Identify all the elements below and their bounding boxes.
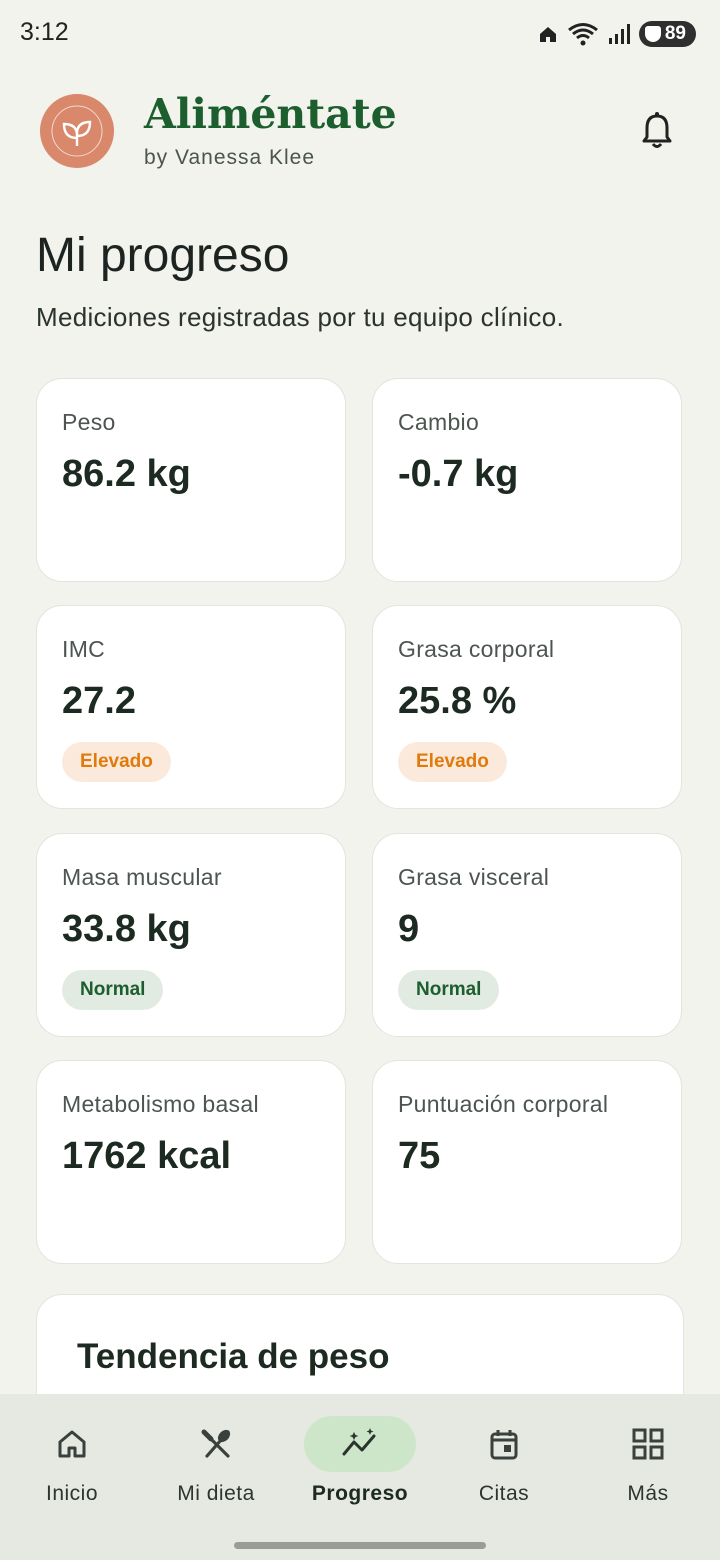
nav-label: Mi dieta: [177, 1482, 255, 1505]
nav-item-citas[interactable]: Citas: [432, 1416, 576, 1516]
signal-icon: [608, 24, 630, 44]
nav-item-inicio[interactable]: Inicio: [0, 1416, 144, 1516]
metric-label: Grasa visceral: [398, 864, 550, 890]
nav-pill-active: [304, 1416, 416, 1472]
app-title: Aliméntate: [144, 90, 397, 138]
metric-value: -0.7 kg: [398, 453, 519, 495]
metric-card-masa-muscular[interactable]: Masa muscular 33.8 kg Normal: [36, 833, 346, 1037]
status-badge: Normal: [62, 970, 164, 1010]
metric-value: 86.2 kg: [62, 453, 191, 495]
status-bar: 3:12 89: [0, 0, 720, 66]
home-status-icon: [539, 27, 556, 42]
nav-item-progreso[interactable]: Progreso: [288, 1416, 432, 1516]
metric-label: IMC: [62, 636, 106, 662]
nav-pill: [592, 1416, 704, 1472]
metric-value: 1762 kcal: [62, 1135, 232, 1177]
nav-pill: [160, 1416, 272, 1472]
status-time: 3:12: [20, 18, 69, 46]
metric-value: 25.8 %: [398, 680, 517, 722]
nav-pill: [448, 1416, 560, 1472]
notifications-bell-icon[interactable]: [636, 110, 678, 152]
battery-level: 89: [664, 23, 686, 44]
nav-label: Más: [627, 1482, 669, 1505]
trend-icon: [342, 1428, 376, 1456]
metric-label: Peso: [62, 409, 116, 435]
status-badge: Normal: [398, 970, 500, 1010]
calendar-icon: [490, 1430, 518, 1460]
status-badge: Elevado: [62, 742, 171, 782]
metric-card-peso[interactable]: Peso 86.2 kg: [36, 378, 346, 582]
page-title: Mi progreso: [36, 229, 290, 282]
page-subtitle: Mediciones registradas por tu equipo clí…: [36, 302, 565, 332]
metric-card-metabolismo-basal[interactable]: Metabolismo basal 1762 kcal: [36, 1060, 346, 1264]
shield-icon: [644, 26, 661, 42]
nav-pill: [16, 1416, 128, 1472]
utensils-icon: [201, 1429, 231, 1458]
metric-label: Cambio: [398, 409, 480, 435]
leaf-icon: [51, 105, 103, 157]
status-badge: Elevado: [398, 742, 507, 782]
home-icon: [58, 1430, 86, 1458]
app-logo: [40, 94, 114, 168]
metric-card-grasa-visceral[interactable]: Grasa visceral 9 Normal: [372, 833, 682, 1037]
nav-label: Citas: [478, 1482, 530, 1505]
metric-value: 33.8 kg: [62, 908, 191, 950]
app-subtitle: by Vanessa Klee: [144, 146, 316, 169]
metric-label: Metabolismo basal: [62, 1091, 259, 1117]
weight-trend-title: Tendencia de peso: [77, 1337, 390, 1376]
nav-label: Progreso: [311, 1482, 409, 1505]
bottom-navigation: Inicio Mi dieta Progreso Citas Más: [0, 1394, 720, 1560]
metric-label: Puntuación corporal: [398, 1091, 609, 1117]
wifi-icon: [567, 23, 598, 46]
metric-card-grasa-corporal[interactable]: Grasa corporal 25.8 % Elevado: [372, 605, 682, 809]
metric-value: 75: [398, 1135, 441, 1177]
nav-item-mas[interactable]: Más: [576, 1416, 720, 1516]
metric-value: 27.2: [62, 680, 136, 722]
nav-label: Inicio: [45, 1482, 99, 1505]
metric-card-cambio[interactable]: Cambio -0.7 kg: [372, 378, 682, 582]
metric-label: Grasa corporal: [398, 636, 555, 662]
status-icons: 89: [537, 18, 696, 50]
metric-card-puntuacion-corporal[interactable]: Puntuación corporal 75: [372, 1060, 682, 1264]
battery-indicator: 89: [638, 21, 696, 47]
metric-value: 9: [398, 908, 420, 950]
grid-icon: [632, 1428, 664, 1460]
metric-label: Masa muscular: [62, 864, 222, 890]
nav-item-mi-dieta[interactable]: Mi dieta: [144, 1416, 288, 1516]
home-indicator[interactable]: [234, 1542, 486, 1549]
metric-card-imc[interactable]: IMC 27.2 Elevado: [36, 605, 346, 809]
